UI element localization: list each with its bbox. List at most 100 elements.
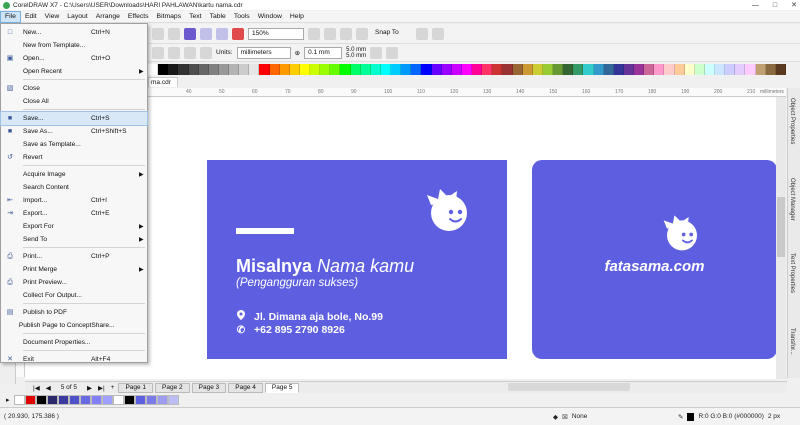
doc-palette-swatch[interactable] [35, 395, 47, 405]
docker-tab-transform[interactable]: Transfor... [789, 328, 795, 355]
doc-palette-swatch[interactable] [57, 395, 69, 405]
launch-icon[interactable] [432, 27, 444, 40]
menu-view[interactable]: View [41, 11, 64, 23]
page-tab-5[interactable]: Page 5 [264, 382, 300, 393]
palette-swatch[interactable] [350, 64, 361, 75]
palette-swatch[interactable] [532, 64, 543, 75]
docker-tab-object-properties[interactable]: Object Properties [789, 98, 795, 144]
file-menu-item-new-from-template[interactable]: New from Template... [1, 39, 147, 52]
palette-swatch[interactable] [279, 64, 290, 75]
first-page-icon[interactable]: |◀ [31, 384, 42, 392]
page-portrait-icon[interactable] [152, 46, 164, 59]
file-menu-item-save[interactable]: ■ Save... Ctrl+S [0, 111, 148, 126]
palette-swatch[interactable] [502, 64, 513, 75]
palette-swatch[interactable] [208, 64, 219, 75]
file-menu-item-import[interactable]: ⇤ Import... Ctrl+I [1, 194, 147, 207]
maximize-icon[interactable]: □ [773, 2, 777, 9]
palette-swatch[interactable] [198, 64, 209, 75]
doc-palette-swatch[interactable] [156, 395, 168, 405]
file-menu-item-close-all[interactable]: Close All [1, 95, 147, 108]
palette-swatch[interactable] [148, 64, 159, 75]
duplicate-y-field[interactable]: 5.0 mm [346, 53, 366, 59]
scrollbar-thumb[interactable] [777, 197, 785, 257]
menu-window[interactable]: Window [254, 11, 286, 23]
current-page-icon[interactable] [200, 46, 212, 59]
doc-palette-swatch[interactable] [167, 395, 179, 405]
doc-palette-swatch[interactable] [90, 395, 102, 405]
palette-swatch[interactable] [461, 64, 472, 75]
palette-swatch[interactable] [745, 64, 756, 75]
duplicate-x-field[interactable]: 5.0 mm [346, 47, 366, 53]
palette-swatch[interactable] [259, 64, 270, 75]
export-icon[interactable] [216, 27, 228, 40]
guidelines-icon[interactable] [356, 27, 368, 40]
outline-indicator[interactable]: ✎ R:0 G:0 B:0 (#000000) 2 px [678, 412, 780, 421]
publish-pdf-icon[interactable] [232, 27, 244, 40]
undo-icon[interactable] [152, 27, 164, 40]
page-tab-1[interactable]: Page 1 [118, 382, 154, 393]
palette-swatch[interactable] [299, 64, 310, 75]
document-tab[interactable]: ma.cdr [148, 77, 178, 87]
file-menu-item-open-recent[interactable]: Open Recent ▶ [1, 65, 147, 78]
menu-layout[interactable]: Layout [63, 11, 91, 23]
palette-swatch[interactable] [441, 64, 452, 75]
menu-arrange[interactable]: Arrange [92, 11, 124, 23]
zoom-level-field[interactable]: 150% [248, 27, 304, 40]
file-menu-item-open[interactable]: ▣ Open... Ctrl+O [1, 52, 147, 65]
palette-swatch[interactable] [320, 64, 331, 75]
doc-palette-swatch[interactable] [101, 395, 113, 405]
add-page-icon[interactable]: + [109, 384, 117, 391]
palette-swatch[interactable] [218, 64, 229, 75]
palette-swatch[interactable] [421, 64, 432, 75]
palette-swatch[interactable] [553, 64, 564, 75]
file-menu-item-new[interactable]: □ New... Ctrl+N [1, 26, 147, 39]
search-content-icon[interactable] [184, 27, 196, 40]
palette-swatch[interactable] [623, 64, 634, 75]
menu-file[interactable]: File [0, 10, 21, 23]
doc-palette-swatch[interactable] [68, 395, 80, 405]
rulers-icon[interactable] [324, 27, 336, 40]
menu-help[interactable]: Help [286, 11, 308, 23]
horizontal-scrollbar[interactable] [508, 383, 630, 391]
palette-swatch[interactable] [289, 64, 300, 75]
menu-edit[interactable]: Edit [21, 11, 41, 23]
snap-to-dropdown[interactable]: Snap To [372, 28, 412, 40]
fill-indicator[interactable]: ◆ ☒ None [553, 413, 587, 421]
palette-swatch[interactable] [704, 64, 715, 75]
palette-swatch[interactable] [775, 64, 786, 75]
palette-swatch[interactable] [391, 64, 402, 75]
next-page-icon[interactable]: ▶ [85, 384, 94, 392]
page-tab-2[interactable]: Page 2 [155, 382, 190, 393]
docker-tab-text-properties[interactable]: Text Properties [789, 253, 795, 293]
palette-swatch[interactable] [380, 64, 391, 75]
palette-swatch[interactable] [613, 64, 624, 75]
palette-swatch[interactable] [360, 64, 371, 75]
business-card-back[interactable]: fatasama.com [532, 160, 777, 359]
doc-palette-swatch[interactable] [123, 395, 135, 405]
file-menu-item-exit[interactable]: ✕ Exit Alt+F4 [1, 353, 147, 366]
last-page-icon[interactable]: ▶| [96, 384, 107, 392]
palette-swatch[interactable] [492, 64, 503, 75]
palette-swatch[interactable] [593, 64, 604, 75]
grid-icon[interactable] [340, 27, 352, 40]
palette-swatch[interactable] [482, 64, 493, 75]
palette-swatch[interactable] [694, 64, 705, 75]
palette-swatch[interactable] [512, 64, 523, 75]
palette-swatch[interactable] [674, 64, 685, 75]
file-menu-item-publish-page-to-conceptshare[interactable]: Publish Page to ConceptShare... [1, 319, 147, 332]
palette-swatch[interactable] [158, 64, 169, 75]
palette-swatch[interactable] [330, 64, 341, 75]
palette-swatch[interactable] [431, 64, 442, 75]
palette-swatch[interactable] [583, 64, 594, 75]
page-landscape-icon[interactable] [168, 46, 180, 59]
palette-swatch[interactable] [310, 64, 321, 75]
menu-effects[interactable]: Effects [124, 11, 153, 23]
palette-swatch[interactable] [735, 64, 746, 75]
file-menu-item-print[interactable]: ⎙ Print... Ctrl+P [1, 250, 147, 263]
palette-swatch[interactable] [755, 64, 766, 75]
file-menu-item-search-content[interactable]: Search Content [1, 181, 147, 194]
palette-swatch[interactable] [715, 64, 726, 75]
units-dropdown[interactable]: millimeters [236, 46, 291, 59]
palette-swatch[interactable] [411, 64, 422, 75]
page-tab-3[interactable]: Page 3 [191, 382, 227, 393]
